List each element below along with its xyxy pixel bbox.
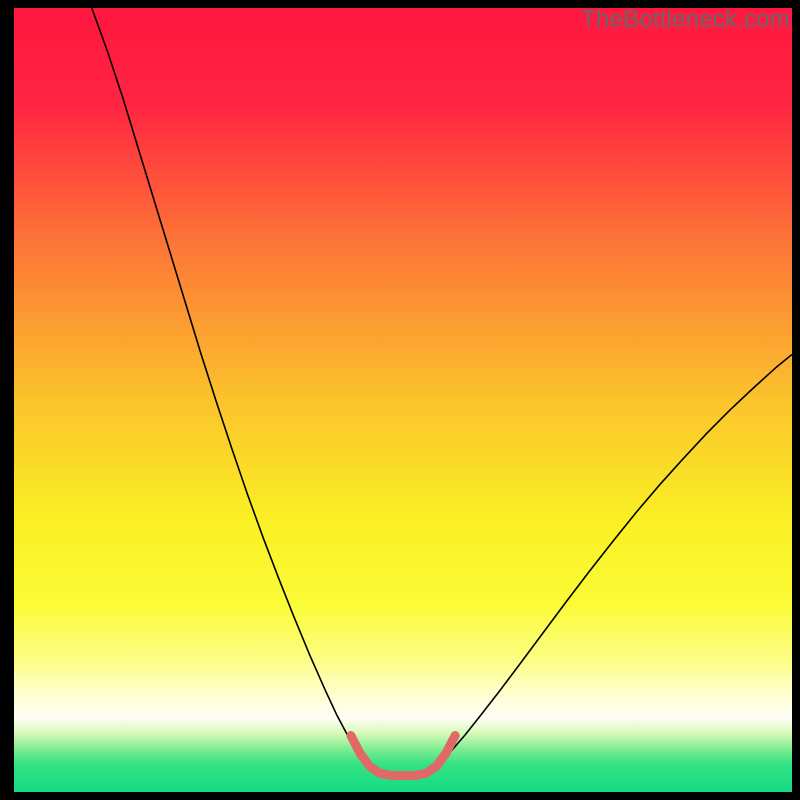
watermark-text: TheBottleneck.com [581,6,790,34]
chart-container: TheBottleneck.com [0,0,800,800]
plot-area [14,8,792,792]
bottleneck-chart [14,8,792,792]
